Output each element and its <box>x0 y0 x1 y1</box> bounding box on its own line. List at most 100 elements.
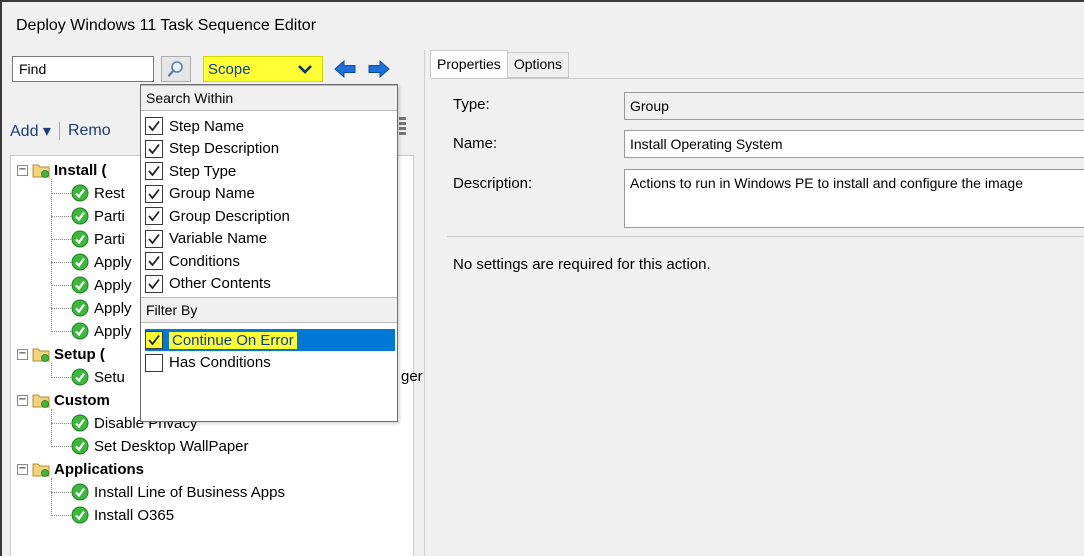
folder-icon <box>32 164 50 178</box>
tree-group[interactable]: − Custom <box>17 389 110 411</box>
tree-connector <box>51 239 71 240</box>
search-within-option[interactable]: Step Type <box>145 160 395 182</box>
search-within-option[interactable]: Step Name <box>145 115 395 137</box>
option-label: Other Contents <box>169 275 271 292</box>
tree-group[interactable]: − Setup ( <box>17 343 105 365</box>
filter-option[interactable]: Has Conditions <box>145 352 395 374</box>
tree-item-label: Apply <box>94 253 132 271</box>
type-field: Group <box>624 92 1084 120</box>
folder-icon <box>32 348 50 362</box>
tree-item-label-partial: ger <box>401 368 423 385</box>
tree-connector <box>51 308 71 309</box>
option-label: Conditions <box>169 252 240 270</box>
filter-by-header: Filter By <box>141 297 397 323</box>
tree-step[interactable]: Install Line of Business Apps <box>71 481 285 503</box>
option-label: Variable Name <box>169 230 268 247</box>
window-title: Deploy Windows 11 Task Sequence Editor <box>16 17 317 34</box>
pane-divider[interactable] <box>424 50 425 556</box>
checkbox[interactable] <box>145 353 163 372</box>
name-field[interactable]: Install Operating System <box>624 130 1084 158</box>
tree-connector <box>51 331 71 332</box>
checkbox[interactable] <box>145 162 163 180</box>
tree-item-label: Apply <box>94 322 132 340</box>
checkbox[interactable] <box>145 139 163 158</box>
option-label: Group Name <box>169 185 255 202</box>
search-within-option[interactable]: Conditions <box>145 250 395 272</box>
tree-connector <box>51 409 52 447</box>
tree-item-label: Apply <box>94 299 132 317</box>
checkbox[interactable] <box>145 229 163 248</box>
tree-group[interactable]: − Install ( <box>17 159 107 181</box>
tree-step[interactable]: Set Desktop WallPaper <box>71 435 249 457</box>
tree-connector <box>51 515 71 516</box>
check-icon <box>71 299 89 317</box>
tree-step[interactable]: Parti <box>71 205 125 227</box>
next-button[interactable] <box>366 56 392 82</box>
search-within-option[interactable]: Variable Name <box>145 228 395 250</box>
search-within-option[interactable]: Group Description <box>145 205 395 227</box>
tree-step[interactable]: Apply <box>71 297 132 319</box>
tab-strip: Properties Options <box>430 50 570 79</box>
tab-options[interactable]: Options <box>506 52 570 78</box>
filter-option[interactable]: Continue On Error <box>145 329 395 351</box>
scope-dropdown-menu: Search Within Filter By Step Name Step De… <box>140 84 398 422</box>
toolbar-separator <box>58 122 60 140</box>
search-within-option[interactable]: Other Contents <box>145 273 395 295</box>
tree-group[interactable]: − Applications <box>17 458 144 480</box>
find-input[interactable] <box>12 56 154 82</box>
description-label: Description: <box>453 175 533 192</box>
collapse-toggle[interactable]: − <box>17 348 28 360</box>
search-within-option[interactable]: Step Description <box>145 138 395 160</box>
tree-item-label: Setu <box>94 368 125 386</box>
checkbox[interactable] <box>145 252 163 270</box>
tree-step[interactable]: Rest <box>71 182 125 204</box>
option-label: Continue On Error <box>169 331 297 349</box>
tab-properties[interactable]: Properties <box>430 50 508 78</box>
search-within-option[interactable]: Group Name <box>145 183 395 205</box>
tree-step[interactable]: Apply <box>71 320 132 342</box>
folder-icon <box>32 463 50 477</box>
tree-item-label: Rest <box>94 184 125 202</box>
folder-icon <box>32 394 50 408</box>
check-icon <box>71 414 89 432</box>
name-label: Name: <box>453 135 498 152</box>
tree-item-label: Parti <box>94 207 125 225</box>
tree-step[interactable]: Apply <box>71 274 132 296</box>
add-menu[interactable]: Add ▾ <box>10 121 51 141</box>
tree-connector <box>51 478 52 516</box>
scope-dropdown[interactable]: Scope <box>203 56 323 82</box>
description-field[interactable]: Actions to run in Windows PE to install … <box>624 169 1084 228</box>
check-icon <box>71 230 89 248</box>
collapse-toggle[interactable]: − <box>17 164 28 176</box>
checkbox[interactable] <box>145 184 163 203</box>
tree-step[interactable]: Apply <box>71 251 132 273</box>
checkbox[interactable] <box>145 117 163 135</box>
tree-connector <box>51 423 71 424</box>
tree-connector <box>51 179 52 332</box>
remove-button[interactable]: Remo <box>68 122 111 140</box>
chevron-down-icon <box>298 65 312 74</box>
checkbox[interactable] <box>145 331 163 349</box>
type-label: Type: <box>453 96 490 113</box>
check-icon <box>71 253 89 271</box>
collapse-toggle[interactable]: − <box>17 394 28 406</box>
check-icon <box>71 437 89 455</box>
tree-step[interactable]: Setu <box>71 366 125 388</box>
checkbox[interactable] <box>145 207 163 225</box>
previous-button[interactable] <box>332 56 358 82</box>
check-icon <box>71 368 89 386</box>
tree-connector <box>51 262 71 263</box>
collapse-toggle[interactable]: − <box>17 463 28 475</box>
toolbar-overflow-icon[interactable] <box>398 116 408 136</box>
tree-connector <box>51 492 71 493</box>
tree-connector <box>51 216 71 217</box>
checkbox[interactable] <box>145 274 163 293</box>
search-within-header: Search Within <box>141 85 397 111</box>
check-icon <box>71 276 89 294</box>
option-label: Step Description <box>169 140 280 157</box>
tree-step[interactable]: Parti <box>71 228 125 250</box>
properties-separator <box>447 236 1084 237</box>
check-icon <box>71 184 89 202</box>
tree-step[interactable]: Install O365 <box>71 504 174 526</box>
search-button[interactable] <box>161 56 191 82</box>
